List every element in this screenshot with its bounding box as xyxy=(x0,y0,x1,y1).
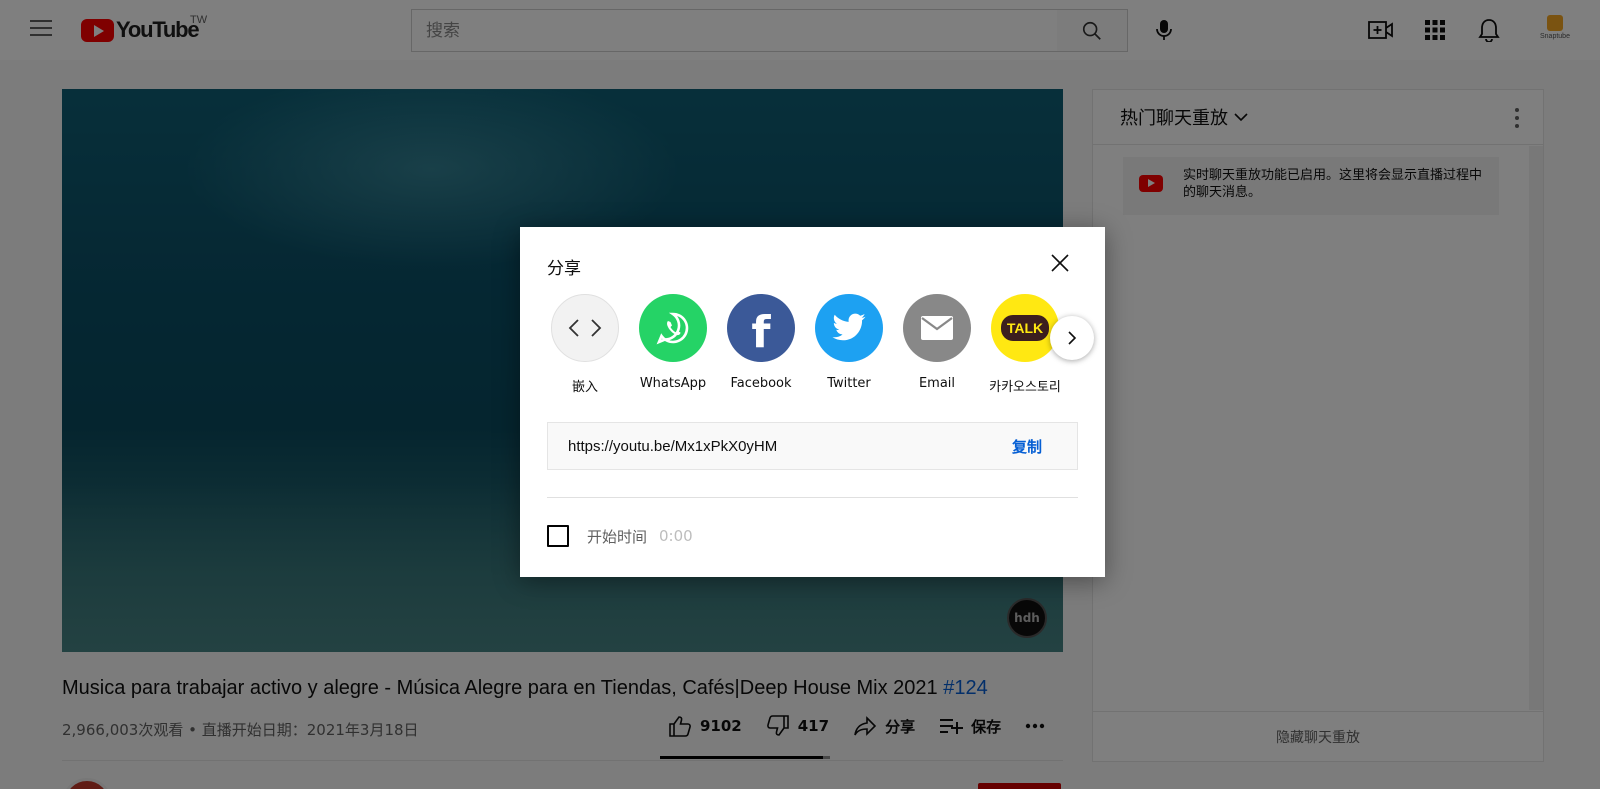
share-next-button[interactable] xyxy=(1050,316,1094,360)
whatsapp-icon xyxy=(639,294,707,362)
start-time-checkbox[interactable] xyxy=(547,525,569,547)
share-dialog: 分享 嵌入 WhatsApp f Facebook Twitter Email … xyxy=(520,227,1105,577)
email-icon xyxy=(903,294,971,362)
twitter-icon xyxy=(815,294,883,362)
share-target-email[interactable]: Email xyxy=(895,294,979,391)
share-target-whatsapp[interactable]: WhatsApp xyxy=(631,294,715,391)
share-targets: 嵌入 WhatsApp f Facebook Twitter Email TAL… xyxy=(520,294,1105,395)
share-target-label: 카카오스토리 xyxy=(989,380,1061,395)
share-url-field[interactable]: https://youtu.be/Mx1xPkX0yHM 复制 xyxy=(547,422,1078,470)
chevron-right-icon xyxy=(1068,331,1077,345)
share-target-label: Facebook xyxy=(730,376,792,391)
share-target-label: 嵌入 xyxy=(571,380,598,395)
close-icon[interactable] xyxy=(1048,251,1072,275)
share-target-twitter[interactable]: Twitter xyxy=(807,294,891,391)
share-target-facebook[interactable]: f Facebook xyxy=(719,294,803,391)
facebook-icon: f xyxy=(727,294,795,362)
share-target-label: Twitter xyxy=(827,376,871,391)
start-time-input[interactable]: 0:00 xyxy=(659,527,693,545)
share-target-embed[interactable]: 嵌入 xyxy=(543,294,627,395)
share-url[interactable]: https://youtu.be/Mx1xPkX0yHM xyxy=(548,438,977,455)
start-time-row: 开始时间 0:00 xyxy=(547,525,693,547)
embed-icon xyxy=(551,294,619,362)
kakaotalk-icon: TALK xyxy=(991,294,1059,362)
start-time-label: 开始时间 xyxy=(587,527,648,546)
share-target-label: WhatsApp xyxy=(639,376,707,391)
share-dialog-title: 分享 xyxy=(547,259,581,279)
dialog-divider xyxy=(547,497,1078,498)
share-target-label: Email xyxy=(918,376,956,391)
copy-button[interactable]: 复制 xyxy=(977,436,1077,457)
kakao-badge: TALK xyxy=(1000,315,1050,341)
